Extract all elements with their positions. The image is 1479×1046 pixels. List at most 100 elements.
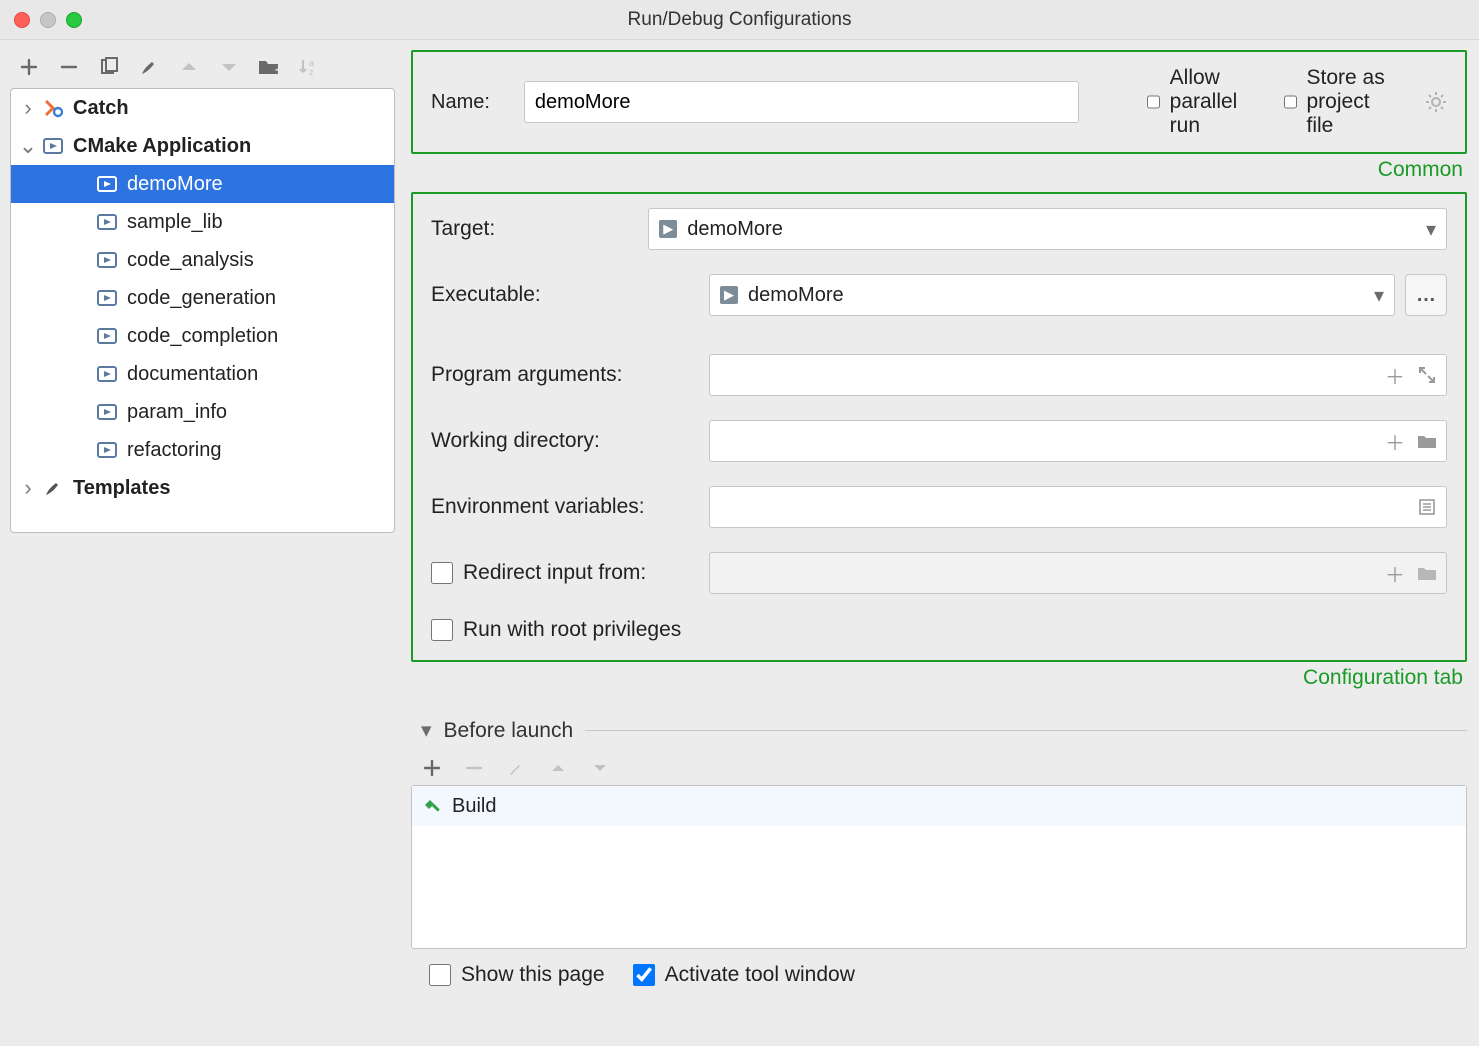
chevron-down-icon: ▾ [1374,283,1384,308]
show-this-page-label: Show this page [461,963,605,987]
executable-value: demoMore [748,284,844,307]
maximize-window-button[interactable] [66,12,82,28]
name-input[interactable] [524,81,1079,123]
add-config-button[interactable] [18,56,40,78]
copy-config-button[interactable] [98,56,120,78]
store-as-project-file-checkbox[interactable]: Store as project file [1284,66,1398,138]
executable-label: Executable: [431,283,709,307]
store-label: Store as project file [1307,66,1398,138]
run-icon [97,250,117,270]
catch-icon [43,98,63,118]
target-value: demoMore [687,218,783,241]
activate-tool-window-checkbox[interactable]: Activate tool window [633,963,855,987]
tree-group[interactable]: ›Templates [11,469,394,507]
tree-group[interactable]: › Catch [11,89,394,127]
plus-icon[interactable]: ＋ [1384,361,1406,390]
chevron-down-icon: ▾ [1426,217,1436,242]
run-icon [97,326,117,346]
run-icon [97,212,117,232]
allow-parallel-label: Allow parallel run [1170,66,1250,138]
tree-item-label: demoMore [127,173,223,196]
executable-browse-button[interactable]: … [1405,274,1447,316]
tree-item-label: Catch [73,97,129,120]
common-section: Name: Allow parallel run Store as projec… [411,50,1467,154]
remove-config-button[interactable] [58,56,80,78]
move-task-up-button[interactable] [547,757,569,779]
gear-icon[interactable] [1425,91,1447,113]
divider [585,730,1467,731]
tree-item[interactable]: code_generation [11,279,394,317]
edit-defaults-button[interactable] [138,56,160,78]
folder-button[interactable]: + [258,56,280,78]
plus-icon[interactable]: ＋ [1384,427,1406,456]
before-launch-list[interactable]: Build [411,785,1467,949]
name-label: Name: [431,91,490,114]
working-dir-input[interactable]: ＋ [709,420,1447,462]
show-this-page-checkbox[interactable]: Show this page [429,963,605,987]
run-icon [97,402,117,422]
before-launch-toolbar [411,751,1467,785]
disclosure-icon: › [19,95,37,121]
before-launch-header[interactable]: ▾ Before launch [421,718,1467,743]
run-icon [97,288,117,308]
tree-item-label: param_info [127,401,227,424]
tree-item[interactable]: code_completion [11,317,394,355]
configurations-toolbar: + az [10,50,395,88]
target-select[interactable]: ▶ demoMore ▾ [648,208,1447,250]
activate-tool-window-label: Activate tool window [665,963,855,987]
tree-item[interactable]: param_info [11,393,394,431]
before-launch-task[interactable]: Build [412,786,1466,826]
expand-icon[interactable] [1416,367,1438,383]
tree-group[interactable]: ⌄CMake Application [11,127,394,165]
configurations-tree[interactable]: › Catch ⌄CMake Application demoMore sample_l… [10,88,395,533]
executable-select[interactable]: ▶ demoMore ▾ [709,274,1395,316]
redirect-input-field: ＋ [709,552,1447,594]
disclosure-icon: › [19,475,37,501]
executable-icon: ▶ [720,286,738,304]
allow-parallel-checkbox[interactable]: Allow parallel run [1147,66,1250,138]
remove-task-button[interactable] [463,757,485,779]
tree-item-label: sample_lib [127,211,223,234]
target-label: Target: [431,217,648,241]
svg-text:z: z [309,67,314,77]
wrench-icon [43,478,63,498]
move-task-down-button[interactable] [589,757,611,779]
root-privileges-label: Run with root privileges [463,618,681,642]
run-icon [97,440,117,460]
configuration-section: Target: ▶ demoMore ▾ Executable: ▶ demoMor… [411,192,1467,662]
tree-item-label: documentation [127,363,258,386]
folder-icon[interactable] [1416,434,1438,448]
tree-item-label: code_generation [127,287,276,310]
sort-az-button[interactable]: az [298,56,320,78]
program-args-input[interactable]: ＋ [709,354,1447,396]
tree-item-label: CMake Application [73,135,251,158]
redirect-input-checkbox[interactable]: Redirect input from: [431,561,709,585]
tree-item[interactable]: refactoring [11,431,394,469]
configuration-caption: Configuration tab [415,666,1463,690]
task-label: Build [452,795,496,818]
tree-item[interactable]: sample_lib [11,203,394,241]
list-icon[interactable] [1416,499,1438,515]
working-dir-label: Working directory: [431,429,709,453]
titlebar: Run/Debug Configurations [0,0,1479,40]
minimize-window-button[interactable] [40,12,56,28]
tree-item-label: code_completion [127,325,278,348]
close-window-button[interactable] [14,12,30,28]
svg-text:+: + [275,63,280,76]
move-up-button[interactable] [178,56,200,78]
move-down-button[interactable] [218,56,240,78]
chevron-down-icon: ▾ [421,718,432,743]
run-icon [43,136,63,156]
tree-item[interactable]: demoMore [11,165,394,203]
tree-item[interactable]: documentation [11,355,394,393]
target-icon: ▶ [659,220,677,238]
env-vars-input[interactable] [709,486,1447,528]
run-icon [97,364,117,384]
tree-item[interactable]: code_analysis [11,241,394,279]
folder-icon [1416,566,1438,580]
root-privileges-checkbox[interactable]: Run with root privileges [431,618,681,642]
add-task-button[interactable] [421,757,443,779]
redirect-input-label: Redirect input from: [463,561,646,585]
edit-task-button[interactable] [505,757,527,779]
run-icon [97,174,117,194]
